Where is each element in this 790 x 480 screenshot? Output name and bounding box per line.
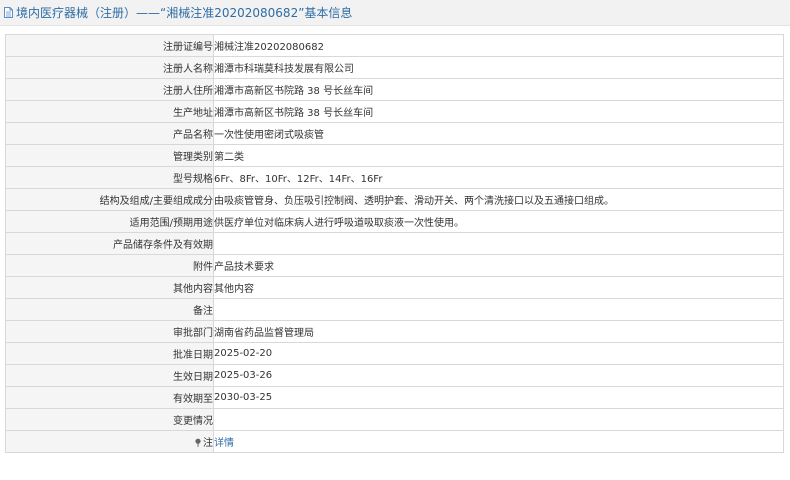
field-value: 一次性使用密闭式吸痰管 — [213, 122, 784, 145]
field-value: 由吸痰管管身、负压吸引控制阀、透明护套、滑动开关、两个清洗接口以及五通接口组成。 — [213, 188, 784, 211]
table-row: 审批部门 湖南省药品监督管理局 — [5, 320, 784, 343]
field-label: 生效日期 — [5, 364, 214, 387]
table-row: 有效期至 2030-03-25 — [5, 386, 784, 409]
field-value: 第二类 — [213, 144, 784, 167]
table-row: 适用范围/预期用途 供医疗单位对临床病人进行呼吸道吸取痰液一次性使用。 — [5, 210, 784, 233]
table-row: 其他内容 其他内容 — [5, 276, 784, 299]
field-label: 注册人住所 — [5, 78, 214, 101]
note-row: 注详情 — [5, 430, 784, 453]
table-row: 变更情况 — [5, 408, 784, 431]
field-value: 2025-03-26 — [213, 364, 784, 387]
note-value-cell: 详情 — [213, 430, 784, 453]
field-value: 供医疗单位对临床病人进行呼吸道吸取痰液一次性使用。 — [213, 210, 784, 233]
note-label-cell: 注 — [5, 430, 214, 453]
table-row: 批准日期 2025-02-20 — [5, 342, 784, 365]
field-label: 管理类别 — [5, 144, 214, 167]
table-row: 注册人住所 湘潭市高新区书院路 38 号长丝车间 — [5, 78, 784, 101]
pin-icon — [194, 438, 202, 450]
field-value: 湘潭市科瑞莫科技发展有限公司 — [213, 56, 784, 79]
detail-link[interactable]: 详情 — [215, 438, 235, 449]
field-label: 结构及组成/主要组成成分 — [5, 188, 214, 211]
field-value — [213, 408, 784, 431]
page-title: 境内医疗器械（注册）——“湘械注准20202080682”基本信息 — [16, 6, 353, 20]
field-value: 湖南省药品监督管理局 — [213, 320, 784, 343]
field-value: 2025-02-20 — [213, 342, 784, 365]
table-row: 生效日期 2025-03-26 — [5, 364, 784, 387]
field-value: 6Fr、8Fr、10Fr、12Fr、14Fr、16Fr — [213, 166, 784, 189]
field-label: 有效期至 — [5, 386, 214, 409]
field-label: 附件 — [5, 254, 214, 277]
field-label: 批准日期 — [5, 342, 214, 365]
table-row: 产品储存条件及有效期 — [5, 232, 784, 255]
info-table: 注册证编号 湘械注准20202080682 注册人名称 湘潭市科瑞莫科技发展有限公司注… — [5, 34, 784, 453]
field-label: 产品储存条件及有效期 — [5, 232, 214, 255]
table-row: 生产地址 湘潭市高新区书院路 38 号长丝车间 — [5, 100, 784, 123]
document-icon — [4, 7, 13, 18]
table-row: 产品名称 一次性使用密闭式吸痰管 — [5, 122, 784, 145]
field-value: 湘潭市高新区书院路 38 号长丝车间 — [213, 100, 784, 123]
field-value: 湘潭市高新区书院路 38 号长丝车间 — [213, 78, 784, 101]
field-label: 适用范围/预期用途 — [5, 210, 214, 233]
field-label: 产品名称 — [5, 122, 214, 145]
table-row: 注册证编号 湘械注准20202080682 — [5, 34, 784, 57]
field-value: 产品技术要求 — [213, 254, 784, 277]
table-row: 结构及组成/主要组成成分 由吸痰管管身、负压吸引控制阀、透明护套、滑动开关、两个清… — [5, 188, 784, 211]
field-value: 2030-03-25 — [213, 386, 784, 409]
field-label: 注册人名称 — [5, 56, 214, 79]
table-row: 备注 — [5, 298, 784, 321]
field-value — [213, 298, 784, 321]
table-row: 管理类别 第二类 — [5, 144, 784, 167]
field-value: 其他内容 — [213, 276, 784, 299]
field-label: 变更情况 — [5, 408, 214, 431]
field-label: 其他内容 — [5, 276, 214, 299]
field-value: 湘械注准20202080682 — [213, 34, 784, 57]
page-title-bar: 境内医疗器械（注册）——“湘械注准20202080682”基本信息 — [0, 0, 790, 26]
field-label: 注册证编号 — [5, 34, 214, 57]
field-value — [213, 232, 784, 255]
table-row: 注册人名称 湘潭市科瑞莫科技发展有限公司 — [5, 56, 784, 79]
field-label: 备注 — [5, 298, 214, 321]
table-row: 型号规格 6Fr、8Fr、10Fr、12Fr、14Fr、16Fr — [5, 166, 784, 189]
field-label: 生产地址 — [5, 100, 214, 123]
field-label: 审批部门 — [5, 320, 214, 343]
table-row: 附件 产品技术要求 — [5, 254, 784, 277]
field-label: 型号规格 — [5, 166, 214, 189]
note-label: 注 — [203, 437, 213, 449]
